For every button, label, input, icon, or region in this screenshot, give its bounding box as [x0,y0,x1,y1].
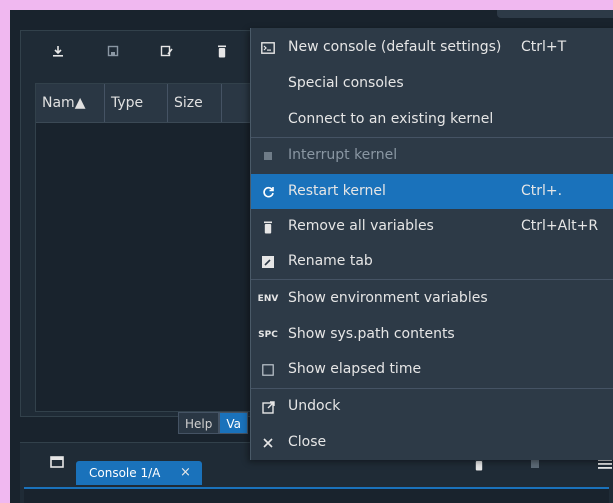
checkbox-icon[interactable] [259,361,277,379]
menu-item-interrupt-kernel[interactable]: Interrupt kernel [251,138,613,173]
column-name[interactable]: Nam▲ [36,84,105,122]
pane-tabs: Help Va [178,412,248,434]
menu-item-connect-kernel[interactable]: Connect to an existing kernel [251,102,613,137]
options-window-icon[interactable] [48,453,66,471]
menu-item-label: Close [288,434,327,450]
menu-item-show-syspath[interactable]: SPC Show sys.path contents [251,317,613,352]
column-type[interactable]: Type [105,84,168,122]
menu-item-label: Restart kernel [288,183,386,199]
save-as-icon[interactable] [157,41,177,61]
restart-icon [259,183,277,201]
trash-icon [259,218,277,236]
undock-icon [259,398,277,416]
menu-item-show-elapsed-time[interactable]: Show elapsed time [251,352,613,387]
console-output[interactable] [24,487,609,503]
menu-item-shortcut: Ctrl+. [521,183,563,199]
menu-item-label: Remove all variables [288,218,434,234]
console-tab-label: Console 1/A [89,466,161,480]
menu-item-label: Show elapsed time [288,361,422,377]
close-icon [259,434,277,452]
menu-item-close[interactable]: Close [251,425,613,460]
spyder-window: Nam▲ Type Size Help Va Console 1/A × New… [10,10,613,503]
console-tab[interactable]: Console 1/A × [76,461,202,485]
tab-help[interactable]: Help [178,412,220,434]
column-size[interactable]: Size [168,84,222,122]
menu-item-undock[interactable]: Undock [251,389,613,424]
menu-item-label: Undock [288,398,341,414]
menu-item-label: Show sys.path contents [288,326,455,342]
console-options-menu: New console (default settings) Ctrl+T Sp… [250,28,613,460]
variables-table-header: Nam▲ Type Size [36,84,252,123]
menu-item-restart-kernel[interactable]: Restart kernel Ctrl+. [251,174,613,209]
import-data-icon[interactable] [48,41,68,61]
menu-item-show-env[interactable]: ENV Show environment variables [251,281,613,316]
spc-icon: SPC [258,330,278,340]
rename-icon [259,253,277,271]
menu-item-special-consoles[interactable]: Special consoles ▶ [251,66,613,101]
save-data-icon[interactable] [103,41,123,61]
menu-item-label: New console (default settings) [288,39,502,55]
tab-variable-explorer[interactable]: Va [219,412,248,434]
close-icon[interactable]: × [180,461,191,485]
trash-icon[interactable] [212,41,232,61]
menu-item-shortcut: Ctrl+Alt+R [521,218,599,234]
variable-explorer-pane: Nam▲ Type Size [20,30,253,417]
menu-item-new-console[interactable]: New console (default settings) Ctrl+T [251,30,613,65]
menu-item-shortcut: Ctrl+T [521,39,567,55]
top-tab-strip [10,10,613,22]
menu-item-remove-variables[interactable]: Remove all variables Ctrl+Alt+R [251,209,613,244]
menu-item-rename-tab[interactable]: Rename tab [251,244,613,279]
menu-item-label: Connect to an existing kernel [288,111,494,127]
variables-table[interactable]: Nam▲ Type Size [35,83,253,412]
menu-item-label: Special consoles [288,75,404,91]
menu-separator [251,279,613,280]
menu-item-label: Interrupt kernel [288,147,398,163]
top-tab[interactable] [497,10,613,18]
env-icon: ENV [257,294,279,304]
stop-icon [259,147,277,165]
variable-explorer-toolbar [21,31,251,73]
menu-item-label: Show environment variables [288,290,488,306]
menu-item-label: Rename tab [288,253,373,269]
terminal-icon [259,39,277,57]
